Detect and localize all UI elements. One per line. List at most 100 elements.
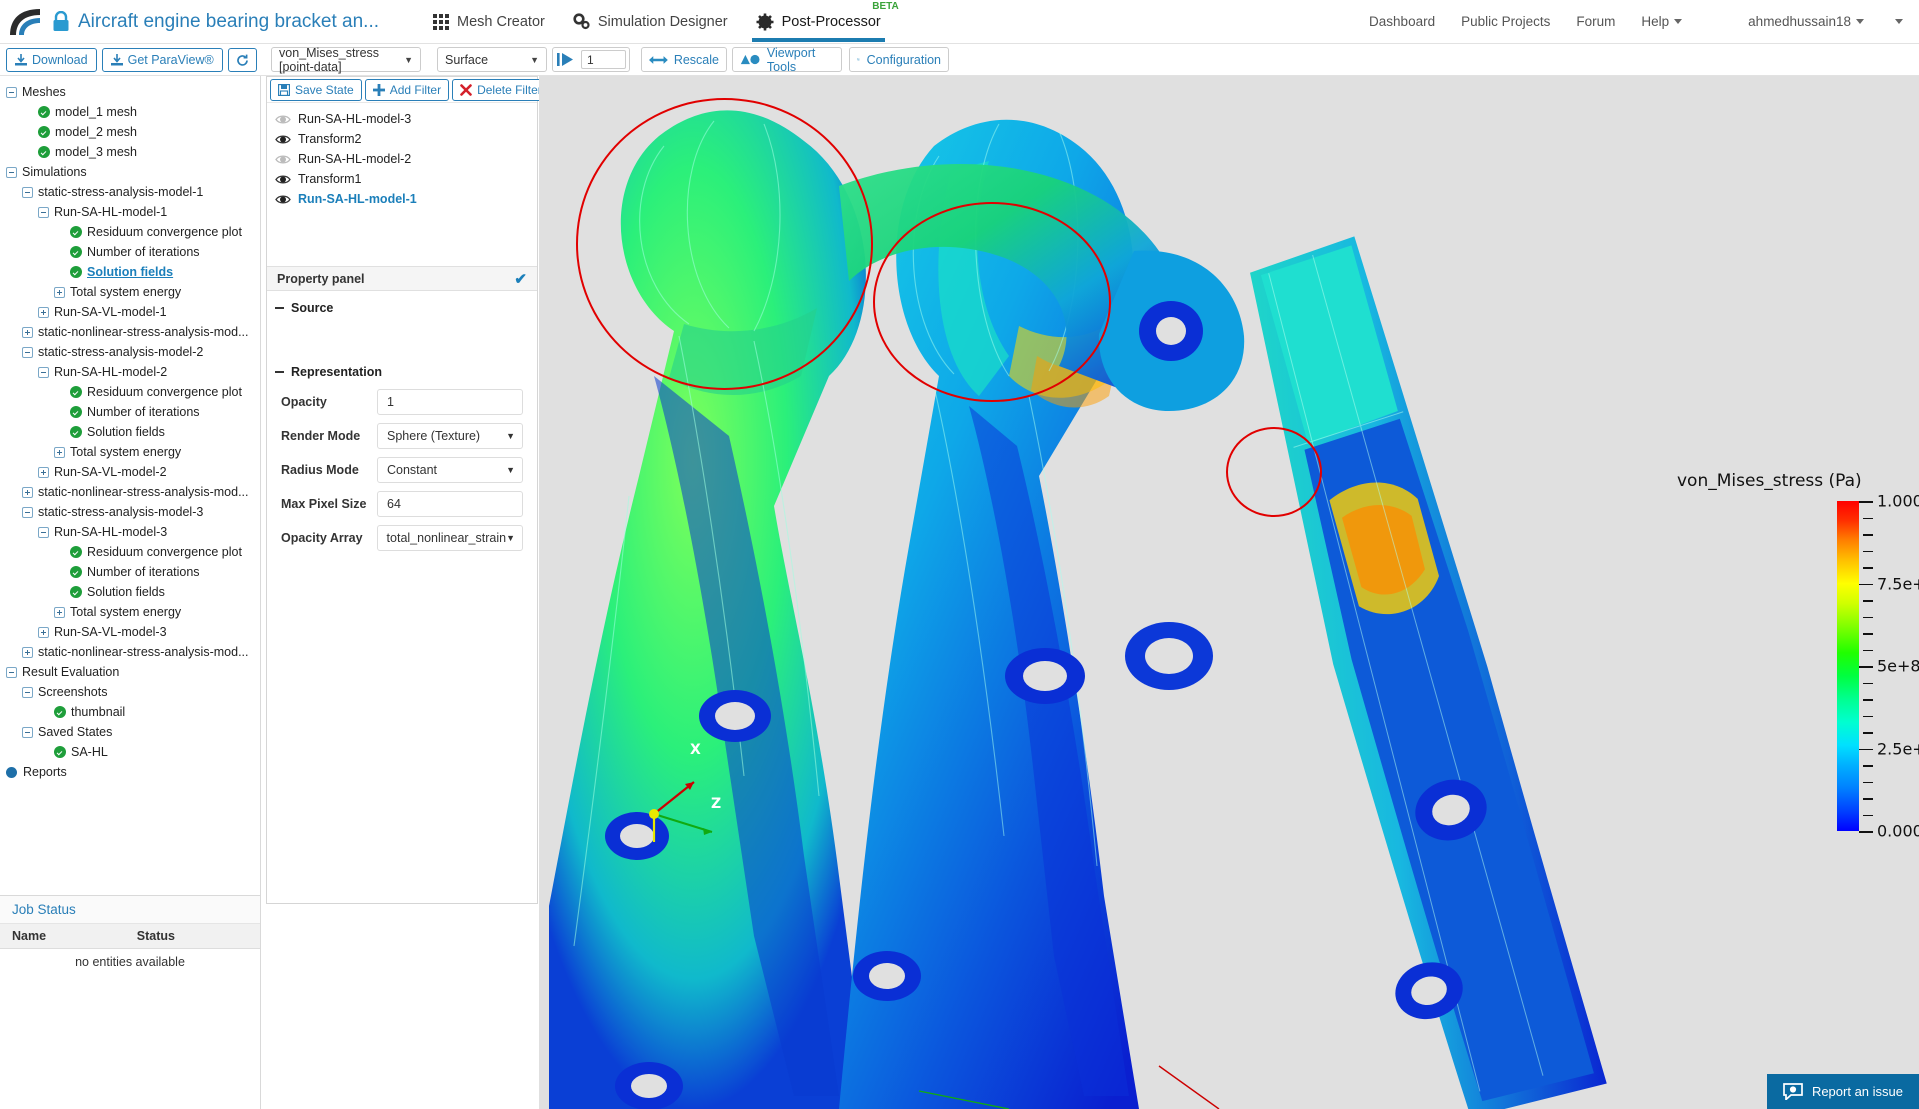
tree-item[interactable]: Meshes [0,82,260,102]
nav-user-menu[interactable]: ahmedhussain18 [1748,14,1864,29]
tree-item[interactable]: Run-SA-HL-model-1 [0,202,260,222]
tree-item[interactable]: Residuum convergence plot [0,222,260,242]
expand-toggle-icon[interactable] [22,647,33,658]
tree-item[interactable]: Total system energy [0,602,260,622]
tree-item[interactable]: Simulations [0,162,260,182]
visibility-toggle-icon[interactable] [275,194,291,205]
tree-item[interactable]: model_3 mesh [0,142,260,162]
check-icon[interactable]: ✔ [514,270,527,288]
3d-viewport[interactable]: X Z von_Mises_stress (Pa) 1.000e+097.5e+… [539,76,1919,1109]
tree-item[interactable]: SA-HL [0,742,260,762]
collapse-toggle-icon[interactable] [6,87,17,98]
collapse-toggle-icon[interactable] [38,367,49,378]
expand-toggle-icon[interactable] [38,307,49,318]
nav-dashboard[interactable]: Dashboard [1369,14,1435,29]
tree-item[interactable]: Run-SA-HL-model-2 [0,362,260,382]
pipeline-item[interactable]: Transform2 [267,129,537,149]
page-title[interactable]: Aircraft engine bearing bracket an... [78,11,379,33]
collapse-toggle-icon[interactable] [22,727,33,738]
tree-item[interactable]: Run-SA-VL-model-1 [0,302,260,322]
save-state-button[interactable]: Save State [270,79,362,101]
add-filter-button[interactable]: Add Filter [365,79,449,101]
expand-toggle-icon[interactable] [22,487,33,498]
tree-item[interactable]: Solution fields [0,422,260,442]
collapse-toggle-icon[interactable] [22,687,33,698]
property-select[interactable]: Constant▼ [377,457,523,483]
rescale-button[interactable]: Rescale [641,47,727,72]
property-input[interactable]: 1 [377,389,523,415]
tab-mesh-creator[interactable]: Mesh Creator [419,0,559,44]
expand-toggle-icon[interactable] [22,327,33,338]
property-section-header[interactable]: Source [267,291,537,321]
tree-item[interactable]: Residuum convergence plot [0,542,260,562]
viewport-tools-button[interactable]: Viewport Tools [732,47,842,72]
collapse-toggle-icon[interactable] [22,187,33,198]
tree-item[interactable]: Run-SA-HL-model-3 [0,522,260,542]
tree-item[interactable]: static-nonlinear-stress-analysis-mod... [0,642,260,662]
collapse-toggle-icon[interactable] [38,527,49,538]
visibility-toggle-icon[interactable] [275,114,291,125]
tree-item[interactable]: static-nonlinear-stress-analysis-mod... [0,482,260,502]
tree-item[interactable]: static-stress-analysis-model-1 [0,182,260,202]
nav-overflow-menu[interactable] [1890,14,1903,29]
collapse-toggle-icon[interactable] [38,207,49,218]
tree-item[interactable]: thumbnail [0,702,260,722]
tree-item[interactable]: static-stress-analysis-model-3 [0,502,260,522]
nav-public-projects[interactable]: Public Projects [1461,14,1550,29]
nav-forum[interactable]: Forum [1576,14,1615,29]
expand-toggle-icon[interactable] [54,287,65,298]
configuration-button[interactable]: Configuration [849,47,949,72]
tree-item[interactable]: Screenshots [0,682,260,702]
expand-toggle-icon[interactable] [54,447,65,458]
delete-filter-button[interactable]: Delete Filter [452,79,550,101]
property-section-header[interactable]: Representation [267,355,537,385]
tree-item[interactable]: model_1 mesh [0,102,260,122]
refresh-button[interactable] [228,48,257,72]
tree-item[interactable]: Total system energy [0,442,260,462]
play-icon[interactable] [556,52,578,67]
pipeline-item[interactable]: Run-SA-HL-model-3 [267,109,537,129]
tab-simulation-designer[interactable]: Simulation Designer [559,0,742,44]
collapse-toggle-icon[interactable] [6,167,17,178]
visibility-toggle-icon[interactable] [275,134,291,145]
expand-toggle-icon[interactable] [38,627,49,638]
collapse-toggle-icon[interactable] [22,507,33,518]
collapse-toggle-icon[interactable] [22,347,33,358]
tree-item[interactable]: Run-SA-VL-model-3 [0,622,260,642]
tree-item[interactable]: Residuum convergence plot [0,382,260,402]
tree-item[interactable]: Solution fields [0,262,260,282]
simscale-logo[interactable] [8,7,42,37]
expand-toggle-icon[interactable] [54,607,65,618]
timestep-control[interactable]: 1 [552,47,630,72]
tree-item[interactable]: Number of iterations [0,402,260,422]
visibility-toggle-icon[interactable] [275,154,291,165]
tab-post-processor[interactable]: Post-Processor BETA [742,0,895,44]
tree-item[interactable]: Number of iterations [0,242,260,262]
expand-toggle-icon[interactable] [38,467,49,478]
tree-item[interactable]: static-nonlinear-stress-analysis-mod... [0,322,260,342]
tree-item[interactable]: model_2 mesh [0,122,260,142]
property-input[interactable]: 64 [377,491,523,517]
tree-item[interactable]: Result Evaluation [0,662,260,682]
report-issue-button[interactable]: Report an issue [1767,1074,1919,1109]
tree-item[interactable]: Saved States [0,722,260,742]
tree-item[interactable]: Number of iterations [0,562,260,582]
nav-help[interactable]: Help [1641,14,1682,29]
pipeline-item[interactable]: Run-SA-HL-model-1 [267,189,537,209]
visibility-toggle-icon[interactable] [275,174,291,185]
tree-item[interactable]: Solution fields [0,582,260,602]
property-select[interactable]: total_nonlinear_strain▼ [377,525,523,551]
representation-select[interactable]: Surface▼ [437,47,547,72]
pipeline-item[interactable]: Run-SA-HL-model-2 [267,149,537,169]
tree-item[interactable]: Reports [0,762,260,782]
tree-item[interactable]: Total system energy [0,282,260,302]
get-paraview-button[interactable]: Get ParaView® [102,48,223,72]
property-select[interactable]: Sphere (Texture)▼ [377,423,523,449]
download-button[interactable]: Download [6,48,97,72]
tree-item[interactable]: static-stress-analysis-model-2 [0,342,260,362]
tree-item[interactable]: Run-SA-VL-model-2 [0,462,260,482]
field-select[interactable]: von_Mises_stress [point-data]▼ [271,47,421,72]
timestep-input[interactable]: 1 [581,50,626,69]
collapse-toggle-icon[interactable] [6,667,17,678]
pipeline-item[interactable]: Transform1 [267,169,537,189]
